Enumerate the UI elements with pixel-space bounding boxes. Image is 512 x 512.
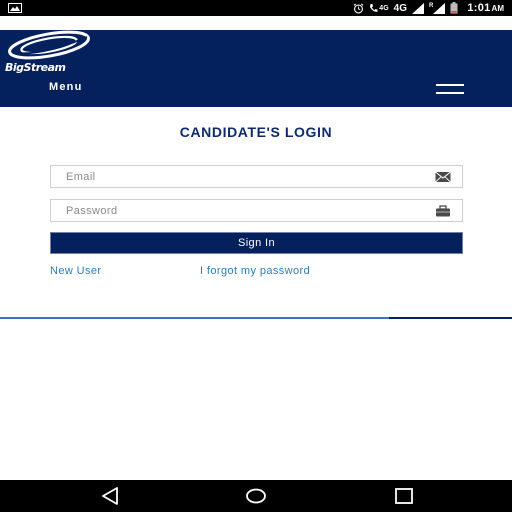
recent-apps-icon[interactable] — [393, 486, 415, 506]
app-header: BigStream BigStream Menu — [0, 30, 512, 107]
briefcase-lock-icon — [436, 205, 450, 217]
hamburger-menu-button[interactable] — [436, 84, 464, 94]
phone-volte-icon — [370, 4, 378, 12]
signal-icon-2 — [433, 2, 446, 14]
clock-ampm: AM — [491, 4, 504, 13]
sign-in-button[interactable]: Sign In — [50, 232, 463, 254]
alarm-icon — [353, 2, 364, 13]
battery-icon — [450, 2, 458, 14]
hamburger-line — [436, 84, 464, 86]
loading-progress-bar — [0, 317, 512, 319]
menu-label[interactable]: Menu — [49, 81, 83, 93]
clock-time: 1:01 — [467, 2, 491, 14]
password-input[interactable] — [51, 200, 462, 221]
loading-progress-fill — [0, 317, 390, 319]
login-title: CANDIDATE'S LOGIN — [179, 124, 333, 140]
hamburger-line — [436, 92, 464, 94]
envelope-icon — [435, 171, 451, 183]
image-notification-icon — [8, 3, 22, 13]
home-icon[interactable] — [245, 486, 267, 506]
forgot-password-link[interactable]: I forgot my password — [200, 265, 310, 277]
email-input[interactable] — [51, 166, 462, 187]
network-small-label: 4G — [379, 4, 389, 12]
email-field-container[interactable] — [50, 165, 463, 188]
app-screen: 4G 4G R 1:01 AM BigStream Menu CANDIDATE… — [0, 0, 512, 512]
network-type-label: 4G — [393, 2, 407, 14]
signal-icon — [411, 2, 424, 14]
top-strip — [0, 16, 512, 30]
status-bar: 4G 4G R 1:01 AM — [0, 0, 512, 16]
system-nav-bar — [0, 480, 512, 512]
bigstream-logo[interactable]: BigStream BigStream — [3, 30, 97, 74]
password-field-container[interactable] — [50, 199, 463, 222]
logo-wordmark: BigStream — [5, 61, 66, 74]
new-user-link[interactable]: New User — [50, 265, 102, 277]
back-icon[interactable] — [99, 486, 121, 506]
